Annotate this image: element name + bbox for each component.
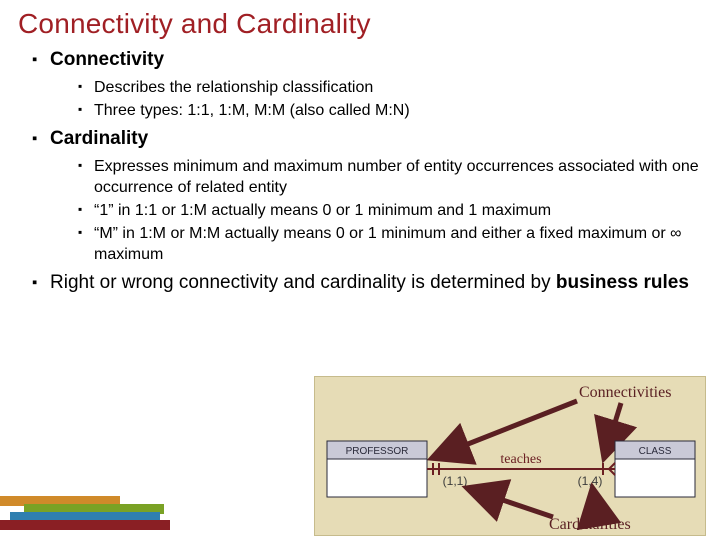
entity-name-left: PROFESSOR: [346, 446, 409, 457]
slide: Connectivity and Cardinality Connectivit…: [0, 0, 720, 540]
label-connectivities: Connectivities: [579, 384, 671, 401]
section-text-bold: business rules: [556, 272, 689, 293]
section-cardinality: Cardinality Expresses minimum and maximu…: [32, 127, 702, 265]
section-business-rules: Right or wrong connectivity and cardinal…: [32, 271, 702, 296]
bullet-list-level1: Connectivity Describes the relationship …: [18, 48, 702, 296]
list-item: “1” in 1:1 or 1:M actually means 0 or 1 …: [78, 200, 702, 221]
cardinality-right: (1,4): [578, 474, 603, 488]
bullet-list-level2: Describes the relationship classificatio…: [50, 77, 702, 121]
list-item: “M” in 1:M or M:M actually means 0 or 1 …: [78, 223, 702, 265]
entity-name-right: CLASS: [639, 446, 672, 457]
arrow-icon: [435, 401, 577, 457]
section-connectivity: Connectivity Describes the relationship …: [32, 48, 702, 121]
arrow-icon: [470, 489, 553, 517]
footer-decoration: [0, 490, 200, 536]
er-diagram-svg: Connectivities PROFESSOR CLASS teache: [315, 377, 707, 537]
relationship-label: teaches: [500, 452, 541, 467]
list-item: Describes the relationship classificatio…: [78, 77, 702, 98]
decor-bar-icon: [0, 520, 170, 530]
label-cardinalities: Cardinalities: [549, 516, 631, 533]
arrow-icon: [593, 491, 597, 515]
section-heading: Connectivity: [50, 49, 164, 70]
list-item: Three types: 1:1, 1:M, M:M (also called …: [78, 100, 702, 121]
section-text-prefix: Right or wrong connectivity and cardinal…: [50, 272, 556, 293]
slide-title: Connectivity and Cardinality: [18, 8, 702, 40]
section-heading: Cardinality: [50, 128, 148, 149]
list-item: Expresses minimum and maximum number of …: [78, 156, 702, 198]
bullet-list-level2: Expresses minimum and maximum number of …: [50, 156, 702, 266]
cardinality-left: (1,1): [443, 474, 468, 488]
er-diagram: Connectivities PROFESSOR CLASS teache: [314, 376, 706, 536]
